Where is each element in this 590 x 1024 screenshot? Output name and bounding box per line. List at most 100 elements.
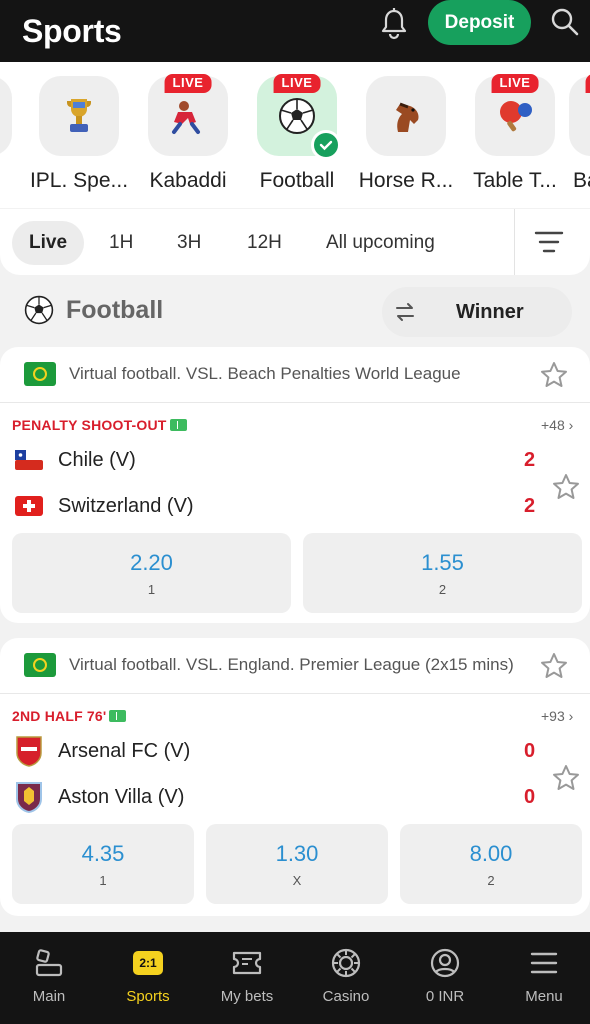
live-badge: LIVE [585, 74, 590, 93]
nav-label: Menu [525, 988, 563, 1005]
trophy-icon [39, 76, 119, 156]
nav-casino[interactable]: Casino [297, 932, 395, 1024]
league-flag-icon [24, 653, 56, 677]
league-title: Virtual football. VSL. England. Premier … [69, 655, 514, 674]
star-icon[interactable] [551, 763, 581, 793]
bell-icon[interactable] [378, 6, 410, 42]
team-name: Switzerland (V) [58, 494, 194, 517]
score: 0 [524, 740, 536, 762]
sport-item-partial-right[interactable]: LIVE Ba [569, 74, 590, 193]
swap-icon [396, 303, 414, 321]
nav-label: 0 INR [425, 988, 465, 1005]
league-title: Virtual football. VSL. Beach Penalties W… [69, 364, 461, 383]
score: 0 [524, 786, 536, 808]
odds-label: 1 [99, 873, 107, 888]
odds-value: 8.00 [469, 841, 513, 866]
odds-button[interactable]: 8.00 2 [400, 824, 582, 904]
match-card: Virtual football. VSL. Beach Penalties W… [0, 347, 590, 623]
nav-sports[interactable]: 2:1 Sports [99, 932, 197, 1024]
league-header[interactable]: Virtual football. VSL. Beach Penalties W… [0, 347, 590, 403]
check-icon [311, 130, 341, 160]
menu-icon [527, 946, 561, 980]
filter-icon[interactable] [533, 227, 565, 257]
nav-menu[interactable]: Menu [495, 932, 590, 1024]
star-icon[interactable] [551, 472, 581, 502]
nav-label: Sports [126, 988, 170, 1005]
bottom-nav: Main 2:1 Sports My bets Casino 0 INR Men… [0, 932, 590, 1024]
sport-label: Kabaddi [149, 169, 227, 192]
team-row: Aston Villa (V) [14, 781, 184, 813]
status-text: PENALTY SHOOT-OUT [12, 417, 167, 433]
sport-item-partial[interactable] [0, 76, 12, 156]
market-label: Winner [456, 300, 524, 323]
kabaddi-icon: LIVE [148, 74, 228, 156]
market-selector[interactable]: Winner [382, 287, 572, 337]
score: 2 [524, 495, 536, 517]
filter-all-upcoming[interactable]: All upcoming [309, 221, 452, 265]
main-icon [32, 946, 66, 980]
section-title: Football [66, 296, 164, 324]
chile-flag-icon [14, 445, 44, 475]
page-title: Sports [22, 12, 122, 49]
football-icon: LIVE [257, 74, 341, 160]
odds-value: 1.30 [275, 841, 319, 866]
live-badge: LIVE [491, 74, 539, 93]
team-row: Chile (V) [14, 444, 136, 476]
odds-label: 2 [487, 873, 495, 888]
sport-item-table-tennis[interactable]: LIVE Table T... [460, 74, 570, 193]
filter-1h[interactable]: 1H [92, 221, 150, 265]
sport-label: IPL. Spe... [29, 169, 129, 192]
sport-item-horse-racing[interactable]: Horse R... [351, 76, 461, 193]
search-icon[interactable] [550, 7, 580, 37]
odds-button[interactable]: 4.35 1 [12, 824, 194, 904]
account-icon [428, 946, 462, 980]
sport-item-football[interactable]: LIVE Football [242, 74, 352, 193]
sports-icon: 2:1 [131, 946, 165, 980]
table-tennis-icon: LIVE [475, 74, 555, 156]
team-row: Arsenal FC (V) [14, 735, 190, 767]
odds-value: 2.20 [130, 550, 173, 575]
sport-item-kabaddi[interactable]: LIVE Kabaddi [133, 74, 243, 193]
odds-label: 1 [147, 582, 156, 597]
odds-button[interactable]: 1.55 2 [303, 533, 582, 613]
nav-my-bets[interactable]: My bets [198, 932, 296, 1024]
divider [514, 209, 515, 275]
time-filter-bar: Live 1H 3H 12H All upcoming [0, 209, 590, 275]
live-badge: LIVE [164, 74, 212, 93]
more-markets[interactable]: +48 › [541, 417, 573, 433]
team-name: Arsenal FC (V) [58, 739, 191, 762]
odds-button[interactable]: 2.20 1 [12, 533, 291, 613]
sport-label: Horse R... [358, 169, 454, 192]
football-icon [24, 295, 54, 325]
more-markets[interactable]: +93 › [541, 708, 573, 724]
more-count: +93 [541, 708, 565, 724]
match-status: 2ND HALF 76' [12, 708, 127, 724]
nav-label: My bets [220, 988, 274, 1005]
match-card: Virtual football. VSL. England. Premier … [0, 638, 590, 916]
sport-item-ipl[interactable]: IPL. Spe... [24, 76, 134, 193]
filter-3h[interactable]: 3H [160, 221, 218, 265]
top-bar: Sports Deposit [0, 0, 590, 62]
nav-account[interactable]: 0 INR [396, 932, 494, 1024]
filter-12h[interactable]: 12H [230, 221, 299, 265]
deposit-button[interactable]: Deposit [428, 0, 531, 45]
odds-button[interactable]: 1.30 X [206, 824, 388, 904]
nav-label: Casino [322, 988, 370, 1005]
filter-live[interactable]: Live [12, 221, 85, 265]
live-badge: LIVE [273, 74, 321, 93]
team-row: Switzerland (V) [14, 490, 194, 522]
pitch-icon [169, 419, 187, 431]
odds-label: 2 [438, 582, 447, 597]
team-name: Chile (V) [58, 448, 136, 471]
odds-label: X [292, 873, 302, 888]
score: 2 [524, 449, 536, 471]
sport-label: Table T... [473, 169, 557, 192]
sports-carousel[interactable]: IPL. Spe... LIVE Kabaddi LIVE Football H… [0, 62, 590, 208]
star-icon[interactable] [539, 651, 569, 681]
section-header: Football Winner [0, 283, 590, 339]
nav-main[interactable]: Main [0, 932, 98, 1024]
league-header[interactable]: Virtual football. VSL. England. Premier … [0, 638, 590, 694]
sport-label: Football [259, 169, 335, 192]
star-icon[interactable] [539, 360, 569, 390]
switzerland-flag-icon [14, 491, 44, 521]
